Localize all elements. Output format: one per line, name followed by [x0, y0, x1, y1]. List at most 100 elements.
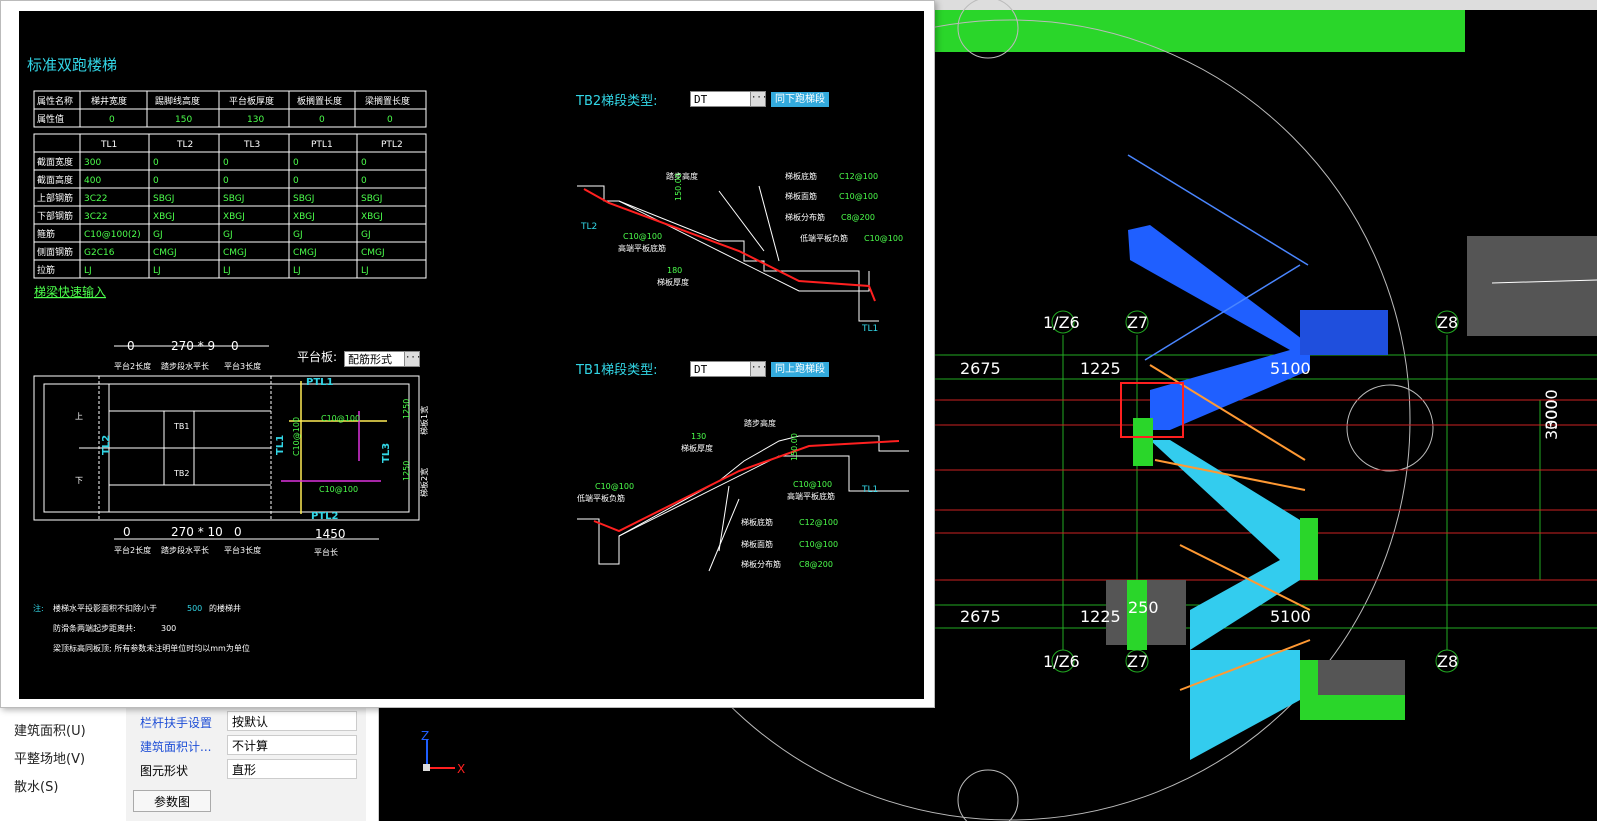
property-row: 图元形状 直形	[126, 758, 366, 782]
plan-dim: 0	[127, 339, 135, 353]
param-diagram-button[interactable]: 参数图	[133, 790, 211, 812]
property-value[interactable]: 直形	[227, 759, 357, 779]
property-name[interactable]: 栏杆扶手设置	[140, 714, 212, 731]
property-row: 建筑面积计... 不计算	[126, 734, 366, 758]
beam-cell: GJ	[153, 230, 163, 240]
property-row: 栏杆扶手设置 按默认	[126, 710, 366, 734]
axis-label: Z8	[1437, 652, 1458, 671]
beam-cell: CMGJ	[293, 248, 317, 258]
tb2-label: TL2	[580, 222, 597, 232]
dim-label: 1225	[1080, 359, 1121, 378]
stair-param-dialog: 标准双跑楼梯 属性名称 梯井宽度 踢脚线高度 平台板厚度 板搁置长度 梁搁置长度…	[0, 0, 935, 708]
tb2-title: TB2梯段类型:	[575, 94, 658, 109]
ucs-x-label: X	[457, 762, 465, 776]
ellipsis-icon[interactable]: ···	[750, 362, 767, 376]
plan-dim: 270 * 9	[171, 339, 215, 353]
tb2-label: 低端平板负筋	[800, 233, 848, 243]
note-text: 梁顶标高同板顶; 所有参数未注明单位时均以mm为单位	[53, 643, 250, 653]
plan-label: TL3	[381, 443, 392, 463]
tb1-label: 梯板底筋	[741, 517, 773, 527]
dialog-title: 标准双跑楼梯	[27, 56, 117, 74]
attr-value: 0	[387, 115, 393, 125]
beam-cell: SBGJ	[223, 194, 244, 204]
tb2-type-select[interactable]: DT ···	[690, 91, 767, 107]
beam-cell: GJ	[223, 230, 233, 240]
beam-row-label: 截面高度	[37, 174, 73, 186]
beam-col-header: TL2	[176, 140, 193, 150]
plan-label: C10@100	[321, 414, 360, 423]
beam-cell: 0	[153, 176, 159, 186]
axis-label: Z7	[1127, 652, 1148, 671]
tb2-value: C8@200	[841, 213, 875, 222]
tb1-type-value: DT	[694, 363, 708, 376]
tb1-label: 高端平板底筋	[787, 491, 835, 501]
beam-cell: 0	[293, 176, 299, 186]
nav-item-building-area[interactable]: 建筑面积(U)	[14, 720, 86, 739]
beam-cell: CMGJ	[153, 248, 177, 258]
attr-row-label: 属性值	[37, 113, 64, 125]
tb1-type-select[interactable]: DT ···	[690, 361, 767, 377]
beam-row-label: 下部钢筋	[37, 210, 73, 222]
tb1-value: 150.00	[790, 433, 799, 461]
plan-label: C10@100	[292, 417, 301, 456]
tb1-label: 梯板面筋	[741, 539, 773, 549]
plan-label: TL1	[275, 435, 286, 455]
beam-cell: G2C16	[84, 248, 115, 258]
dim-label: 2675	[960, 359, 1001, 378]
note-prefix: 注:	[33, 603, 44, 613]
beam-cell: LJ	[361, 266, 369, 276]
plan-dim-label: 踏步段水平长	[161, 361, 209, 371]
attr-value: 0	[319, 115, 325, 125]
beam-cell: XBGJ	[293, 212, 315, 222]
tb2-value: C10@100	[623, 232, 662, 241]
property-name[interactable]: 建筑面积计...	[140, 738, 211, 755]
tb1-label: TL1	[861, 485, 878, 495]
attr-header: 板搁置长度	[297, 95, 342, 107]
tb1-value: C12@100	[799, 518, 838, 527]
tb1-value: C10@100	[595, 482, 634, 491]
tb2-value: 180	[667, 266, 682, 275]
beam-cell: 3C22	[84, 194, 107, 204]
dim-label: 3000	[1542, 389, 1561, 430]
beam-cell: LJ	[84, 266, 92, 276]
plan-dim-label: 平台2长度	[114, 361, 151, 371]
attr-value: 0	[109, 115, 115, 125]
tb2-label: 高端平板底筋	[618, 243, 666, 253]
ellipsis-icon[interactable]: ···	[404, 352, 421, 366]
property-value[interactable]: 不计算	[227, 735, 357, 755]
stair-diagram-canvas: 标准双跑楼梯 属性名称 梯井宽度 踢脚线高度 平台板厚度 板搁置长度 梁搁置长度…	[19, 11, 924, 699]
nav-item-site-leveling[interactable]: 平整场地(V)	[14, 748, 85, 767]
tb2-value: C10@100	[839, 192, 878, 201]
nav-item-apron[interactable]: 散水(S)	[14, 776, 58, 795]
plan-label: 梯板1宽	[419, 406, 429, 435]
tb2-label: 梯板厚度	[657, 277, 689, 287]
dim-label: 5100	[1270, 359, 1311, 378]
beam-cell: LJ	[153, 266, 161, 276]
tb1-title: TB1梯段类型:	[575, 363, 658, 378]
attr-header: 属性名称	[37, 95, 73, 107]
beam-row-label: 截面宽度	[37, 156, 73, 168]
axis-label: 1/Z6	[1043, 313, 1080, 332]
beam-cell: SBGJ	[293, 194, 314, 204]
tb2-label: 梯板底筋	[785, 171, 817, 181]
tb1-value: C8@200	[799, 560, 833, 569]
plan-dim: 270 * 10	[171, 525, 223, 539]
dim-label: 250	[1128, 598, 1159, 617]
plan-label: TB1	[173, 422, 189, 431]
tb2-same-as-button[interactable]: 同下跑梯段	[771, 92, 829, 107]
platform-rebar-select[interactable]: 配筋形式 ···	[344, 351, 421, 367]
plan-label: PTL2	[311, 511, 339, 522]
left-nav: 建筑面积(U) 平整场地(V) 散水(S)	[0, 700, 118, 821]
plan-dim-label: 平台3长度	[224, 545, 261, 555]
tb1-same-as-button[interactable]: 同上跑梯段	[771, 362, 829, 377]
beam-cell: 300	[84, 158, 101, 168]
beam-col-header: TL3	[243, 140, 260, 150]
plan-lines	[33, 345, 420, 540]
plan-dim: 0	[234, 525, 242, 539]
beam-cell: GJ	[361, 230, 371, 240]
tb1-value: C10@100	[799, 540, 838, 549]
quick-input-link[interactable]: 梯梁快速输入	[34, 284, 106, 299]
property-value[interactable]: 按默认	[227, 711, 357, 731]
ellipsis-icon[interactable]: ···	[750, 92, 767, 106]
dim-label: 5100	[1270, 607, 1311, 626]
